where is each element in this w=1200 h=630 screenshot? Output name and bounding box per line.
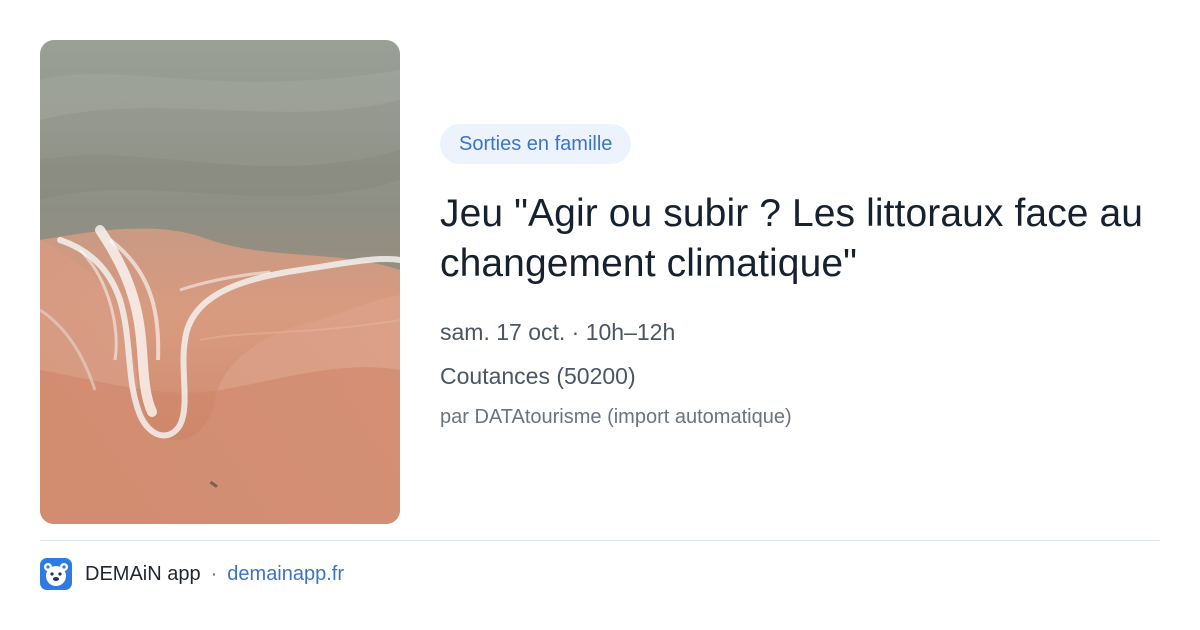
event-source: par DATAtourisme (import automatique)	[440, 406, 792, 428]
footer-divider	[40, 540, 1160, 541]
event-details: Sorties en famille Jeu "Agir ou subir ? …	[440, 124, 1160, 431]
app-domain-link[interactable]: demainapp.fr	[227, 563, 344, 586]
event-date-time: sam. 17 oct. · 10h–12h	[440, 319, 676, 345]
event-image	[40, 40, 400, 524]
footer: DEMAiN app · demainapp.fr	[40, 558, 344, 590]
event-location: Coutances (50200)	[440, 363, 636, 389]
footer-separator: ·	[210, 562, 218, 585]
category-badge[interactable]: Sorties en famille	[440, 124, 632, 164]
bear-face-icon	[40, 558, 72, 590]
aerial-beach-photo	[40, 40, 400, 524]
event-title[interactable]: Jeu "Agir ou subir ? Les littoraux face …	[440, 189, 1160, 289]
app-name: DEMAiN app	[85, 562, 201, 585]
